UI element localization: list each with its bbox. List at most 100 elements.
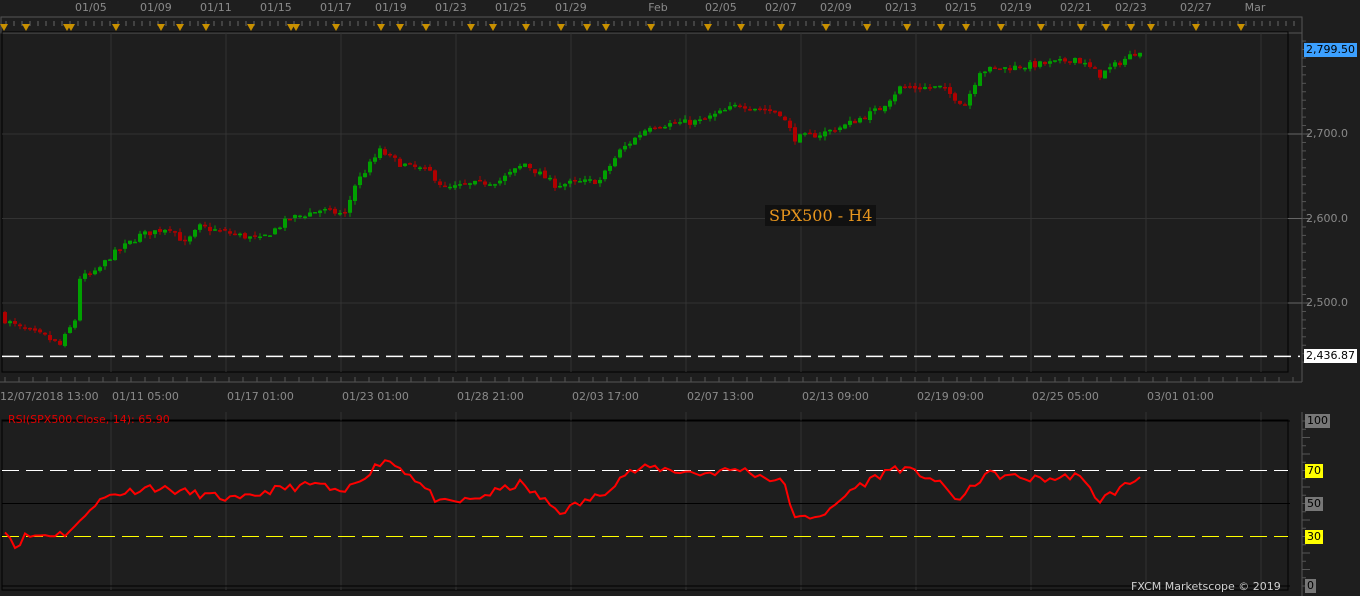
candle-up [538,171,542,175]
candle-up [843,124,847,129]
rsi-line [4,459,1141,550]
y-tick-label: 2,700.0 [1306,127,1348,140]
candle-up [338,212,342,215]
candle-down [483,181,487,185]
candle-up [973,84,977,94]
candle-down [228,231,232,234]
candle-up [678,122,682,124]
candle-down [1068,61,1072,63]
candle-up [273,228,277,235]
price-chart[interactable] [0,0,1360,596]
candle-down [653,127,657,130]
candle-up [63,334,67,346]
candle-down [543,170,547,179]
candle-down [958,100,962,104]
candle-up [888,100,892,107]
candle-up [563,184,567,187]
candle-up [68,327,72,333]
top-date-label: 02/21 [1060,1,1092,14]
candle-down [33,328,37,331]
candle-up [1048,61,1052,64]
top-date-label: 01/05 [75,1,107,14]
candle-down [58,340,62,345]
candle-up [1123,58,1127,65]
candle-down [1078,57,1082,64]
candle-up [623,145,627,150]
candle-down [3,312,7,324]
candle-up [308,212,312,217]
candle-up [968,93,972,106]
time-axis-label: 01/17 01:00 [227,390,294,403]
candle-up [138,233,142,242]
candle-down [1118,62,1122,66]
candle-down [343,211,347,214]
time-axis-label: 12/07/2018 13:00 [0,390,99,403]
candle-up [608,165,612,171]
candle-down [743,106,747,109]
candle-down [28,327,32,330]
chart-title: SPX500 - H4 [765,205,877,226]
candle-down [423,167,427,169]
candle-up [83,273,87,279]
candle-down [808,132,812,135]
candle-up [133,241,137,244]
candle-down [168,229,172,231]
candle-up [283,218,287,228]
candle-up [713,113,717,117]
candle-up [693,120,697,125]
candle-up [488,184,492,186]
top-date-label: 01/15 [260,1,292,14]
time-axis-label: 02/13 09:00 [802,390,869,403]
candle-up [1108,67,1112,70]
candle-up [493,184,497,186]
candle-up [453,185,457,188]
candle-up [598,179,602,184]
candle-up [718,110,722,114]
candle-up [368,161,372,173]
candle-up [1073,58,1077,63]
rsi-tick-label: 0 [1305,579,1316,593]
top-date-label: 01/23 [435,1,467,14]
price-panel-frame [1,31,1289,373]
candle-down [763,108,767,111]
candle-down [688,119,692,125]
candle-up [1053,60,1057,62]
candle-up [898,86,902,94]
candle-up [823,131,827,137]
candle-down [918,87,922,90]
candle-up [798,134,802,143]
candle-down [993,67,997,70]
top-date-label: 01/11 [200,1,232,14]
time-axis-label: 02/03 17:00 [572,390,639,403]
candle-down [853,120,857,124]
candle-up [188,236,192,242]
top-date-label: Mar [1244,1,1266,14]
candle-up [548,177,552,180]
candle-down [1018,66,1022,69]
candle-up [508,171,512,175]
top-date-label: 02/19 [1000,1,1032,14]
time-axis-label: 02/25 05:00 [1032,390,1099,403]
candle-up [1113,62,1117,67]
candle-up [73,320,77,328]
candle-up [803,133,807,135]
candle-up [403,163,407,166]
top-date-label: 02/05 [705,1,737,14]
candle-down [413,164,417,167]
candle-up [848,120,852,125]
time-axis-label: 01/11 05:00 [112,390,179,403]
top-date-label: 02/15 [945,1,977,14]
candle-up [1003,67,1007,69]
candle-up [358,176,362,186]
candle-up [648,127,652,132]
candle-down [948,87,952,94]
candle-down [783,116,787,121]
candle-up [988,66,992,72]
candle-down [43,332,47,335]
rsi-tick-label: 30 [1305,529,1323,544]
candle-down [593,179,597,185]
candle-down [963,104,967,106]
top-date-label: 01/19 [375,1,407,14]
candle-up [293,215,297,218]
candle-up [933,86,937,88]
